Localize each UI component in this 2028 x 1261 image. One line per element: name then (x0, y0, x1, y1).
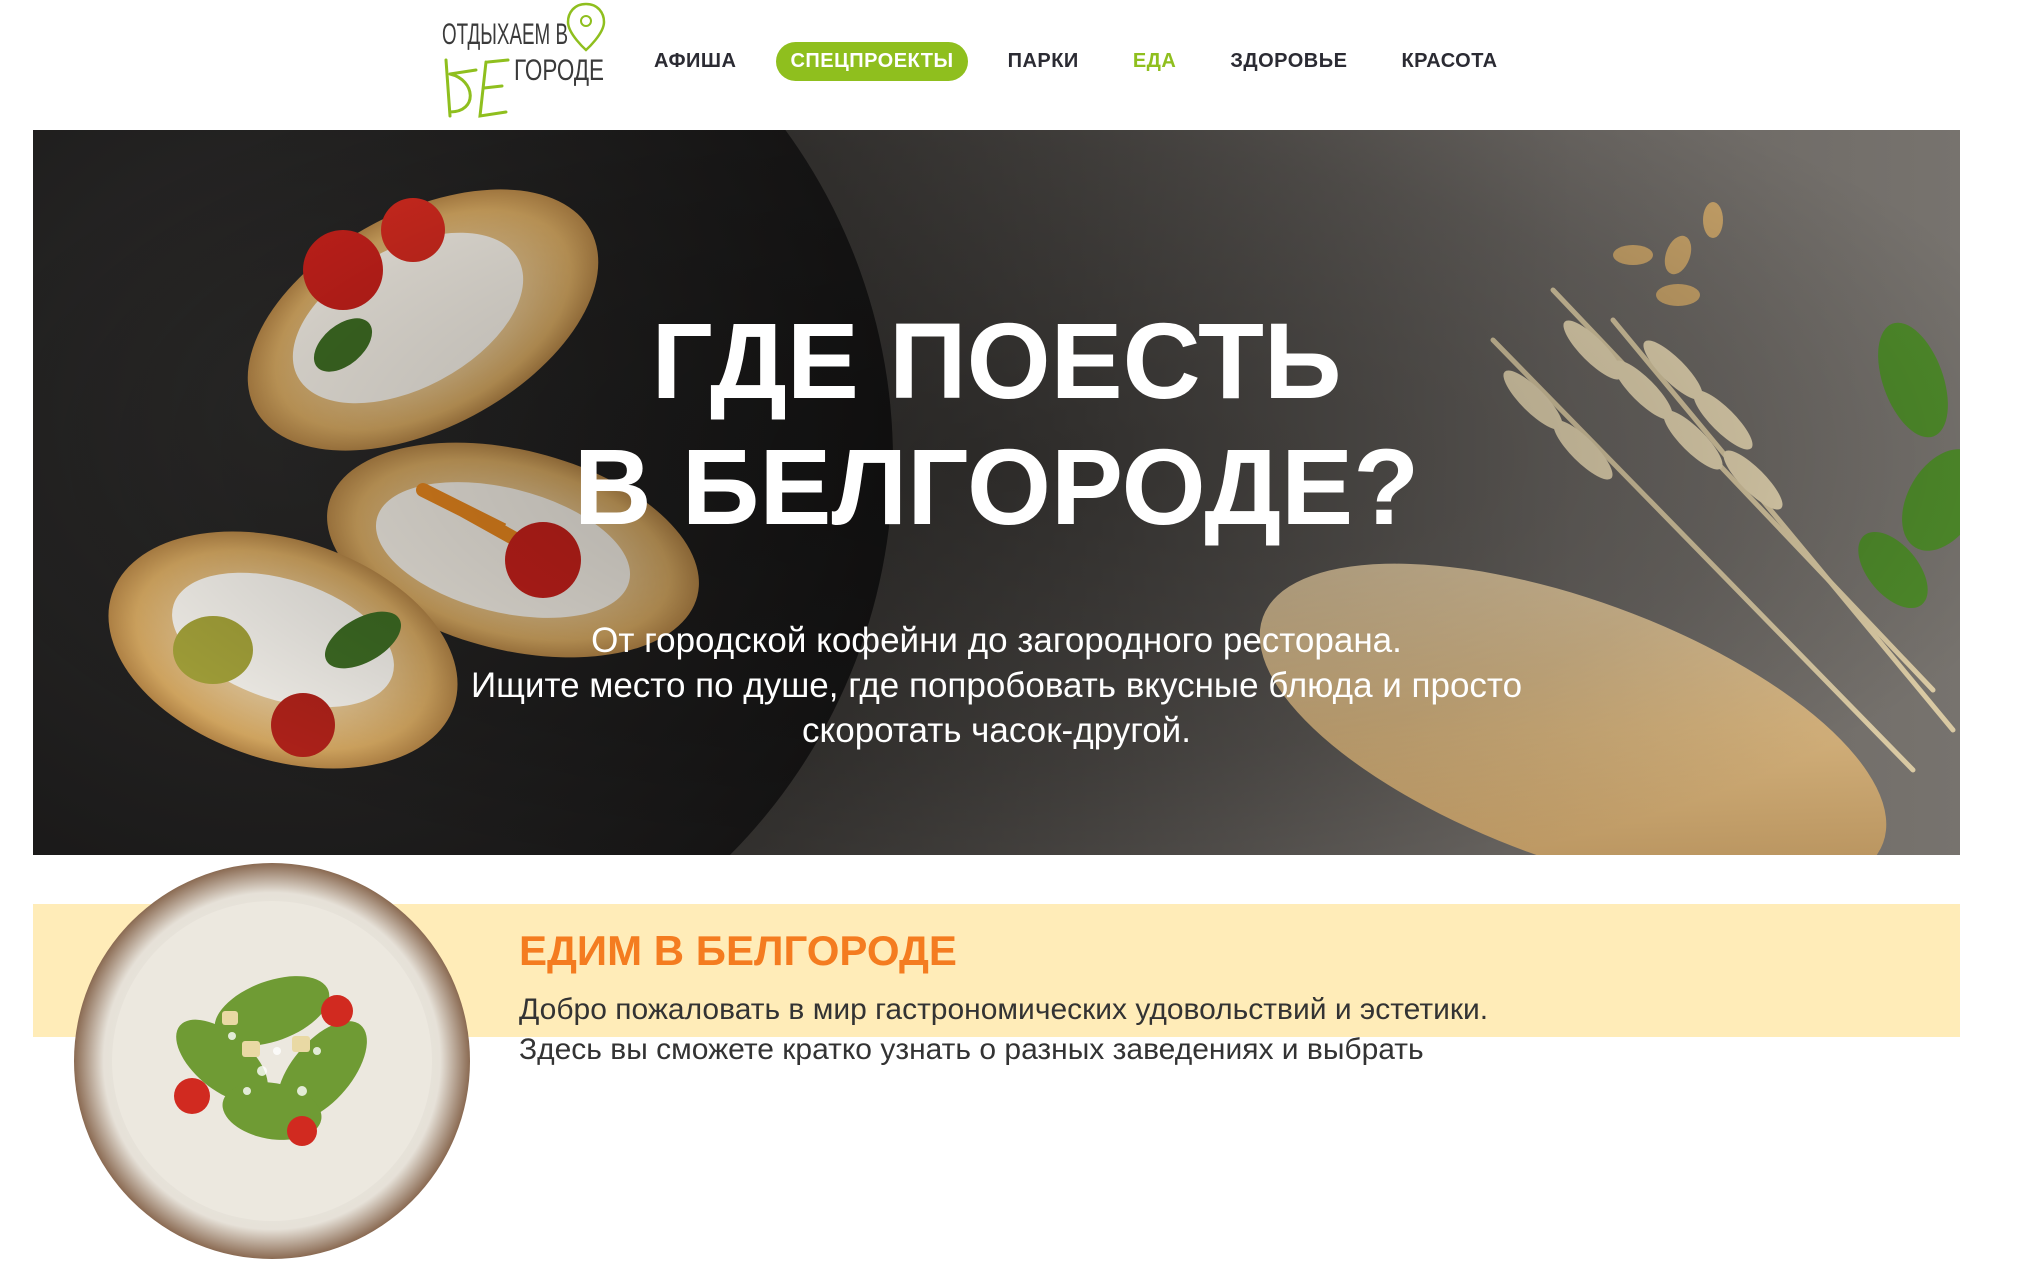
intro-text: Добро пожаловать в мир гастрономических … (519, 990, 1619, 1070)
hero-title-line-1: ГДЕ ПОЕСТЬ (651, 300, 1342, 421)
logo-suffix-text: ГОРОДЕ (514, 54, 604, 87)
hero-banner: ГДЕ ПОЕСТЬ В БЕЛГОРОДЕ? От городской коф… (33, 130, 1960, 855)
intro-title: ЕДИМ В БЕЛГОРОДЕ (519, 927, 957, 974)
nav-item-parks[interactable]: ПАРКИ (994, 42, 1093, 81)
intro-text-line-2: Здесь вы сможете кратко узнать о разных … (519, 1033, 1424, 1066)
site-logo[interactable]: ОТДЫХАЕМ В ГОРОДЕ (436, 0, 606, 124)
nav-item-health[interactable]: ЗДОРОВЬЕ (1216, 42, 1361, 81)
logo-icon: ОТДЫХАЕМ В ГОРОДЕ (442, 2, 606, 118)
svg-text:ОТДЫХАЕМ В: ОТДЫХАЕМ В (442, 18, 568, 51)
nav-item-beauty[interactable]: КРАСОТА (1387, 42, 1511, 81)
hero-subtitle-line-3: скоротать часок-другой. (802, 711, 1191, 750)
hero-subtitle-line-2: Ищите место по душе, где попробовать вку… (470, 666, 1523, 705)
intro-text-line-1: Добро пожаловать в мир гастрономических … (519, 993, 1489, 1026)
salad-plate-image (74, 863, 470, 1259)
main-nav: АФИША СПЕЦПРОЕКТЫ ПАРКИ ЕДА ЗДОРОВЬЕ КРА… (640, 40, 1512, 82)
hero-title-line-2: В БЕЛГОРОДЕ? (573, 426, 1420, 547)
site-header: ОТДЫХАЕМ В ГОРОДЕ АФИША СПЕЦПРОЕКТЫ ПАРК… (0, 0, 2028, 130)
hero-title: ГДЕ ПОЕСТЬ В БЕЛГОРОДЕ? (33, 298, 1960, 550)
nav-item-food[interactable]: ЕДА (1119, 42, 1191, 81)
nav-item-afisha[interactable]: АФИША (640, 42, 750, 81)
nav-item-specprojects[interactable]: СПЕЦПРОЕКТЫ (776, 41, 968, 81)
hero-subtitle-line-1: От городской кофейни до загородного рест… (591, 621, 1402, 660)
hero-subtitle: От городской кофейни до загородного рест… (33, 618, 1960, 753)
